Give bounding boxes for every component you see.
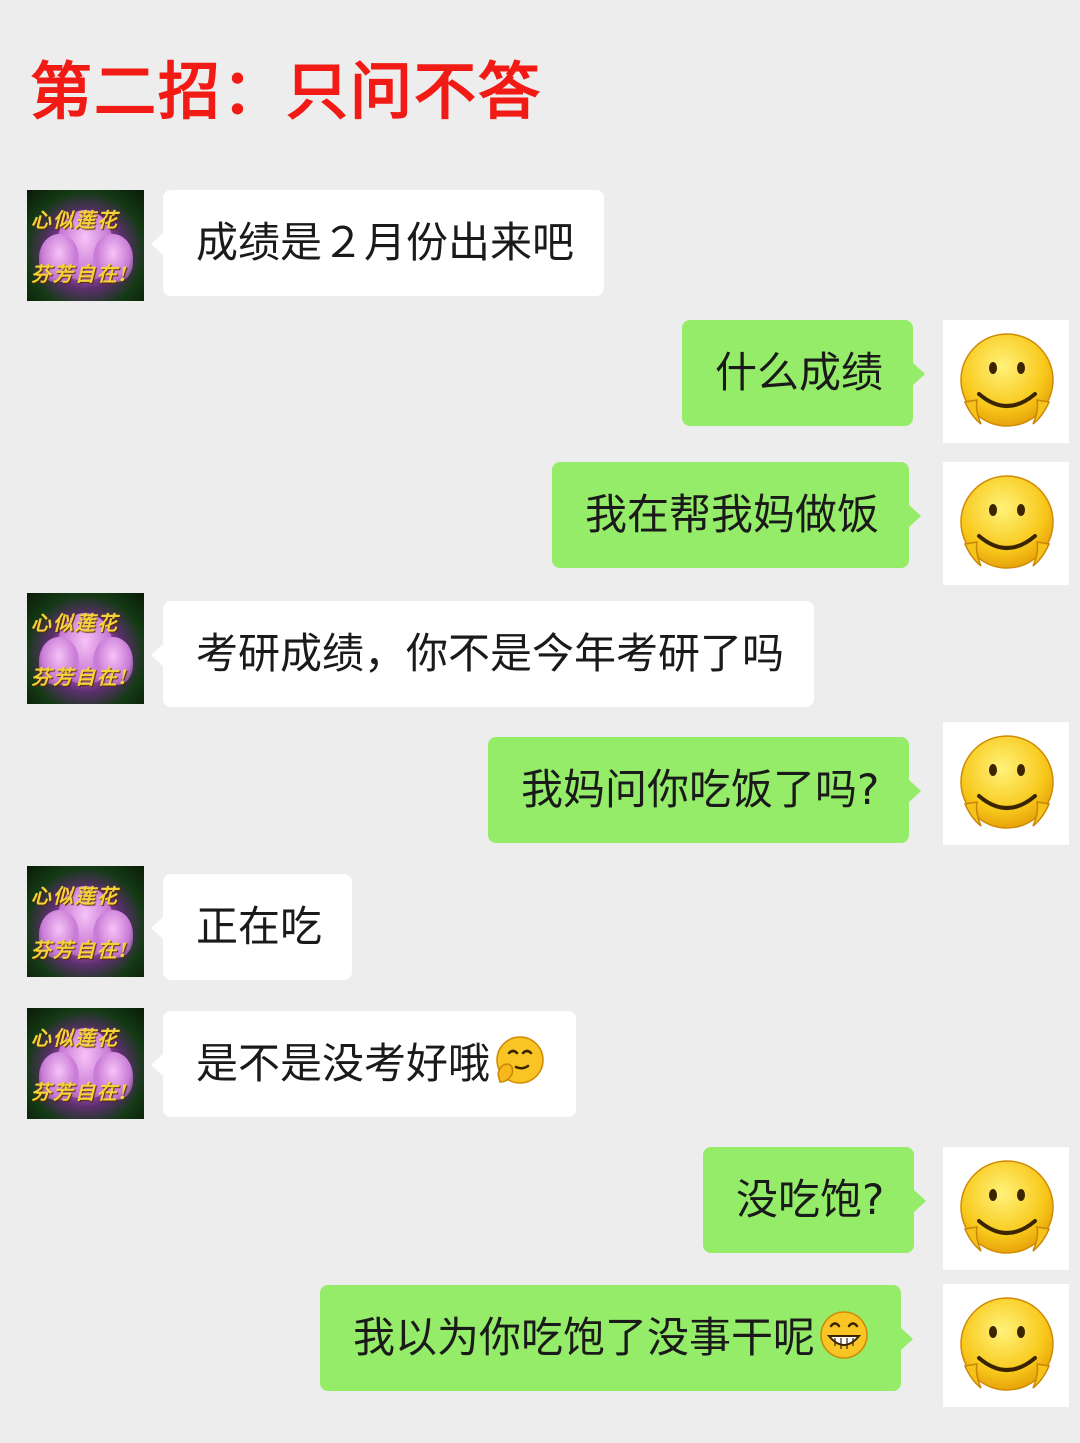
sent-message-bubble[interactable]: 没吃饱? xyxy=(703,1147,927,1253)
user-avatar[interactable] xyxy=(943,320,1069,443)
smiley-icon xyxy=(960,735,1054,829)
received-message-bubble[interactable]: 成绩是２月份出来吧 xyxy=(150,190,605,296)
contact-avatar[interactable]: 心似莲花 芬芳自在! xyxy=(27,866,144,977)
page-title: 第二招：只问不答 xyxy=(30,55,543,128)
smirk-hand-emoji-icon xyxy=(496,1036,544,1084)
avatar-caption: 芬芳自在! xyxy=(31,1080,130,1104)
user-avatar[interactable] xyxy=(943,462,1069,585)
user-avatar[interactable] xyxy=(943,1147,1069,1270)
avatar-caption: 心似莲花 xyxy=(31,1026,119,1050)
user-avatar[interactable] xyxy=(943,1284,1069,1407)
avatar-caption: 心似莲花 xyxy=(31,884,119,908)
user-avatar[interactable] xyxy=(943,722,1069,845)
contact-avatar[interactable]: 心似莲花 芬芳自在! xyxy=(27,190,144,301)
message-text: 我以为你吃饱了没事干呢 xyxy=(353,1313,816,1362)
avatar-caption: 芬芳自在! xyxy=(31,262,130,286)
avatar-caption: 芬芳自在! xyxy=(31,938,130,962)
smiley-icon xyxy=(960,333,1054,427)
message-text: 是不是没考好哦 xyxy=(196,1039,491,1088)
sent-message-bubble[interactable]: 我在帮我妈做饭 xyxy=(552,462,922,568)
received-message-bubble[interactable]: 考研成绩，你不是今年考研了吗 xyxy=(150,601,815,707)
received-message-bubble[interactable]: 是不是没考好哦 xyxy=(150,1011,577,1117)
smiley-icon xyxy=(960,1297,1054,1391)
avatar-caption: 心似莲花 xyxy=(31,611,119,635)
received-message-bubble[interactable]: 正在吃 xyxy=(150,874,353,980)
smiley-icon xyxy=(960,475,1054,569)
contact-avatar[interactable]: 心似莲花 芬芳自在! xyxy=(27,593,144,704)
avatar-caption: 芬芳自在! xyxy=(31,665,130,689)
avatar-caption: 心似莲花 xyxy=(31,208,119,232)
grin-emoji-icon xyxy=(820,1311,868,1359)
smiley-icon xyxy=(960,1160,1054,1254)
sent-message-bubble[interactable]: 我以为你吃饱了没事干呢 xyxy=(320,1285,914,1391)
contact-avatar[interactable]: 心似莲花 芬芳自在! xyxy=(27,1008,144,1119)
sent-message-bubble[interactable]: 什么成绩 xyxy=(682,320,926,426)
sent-message-bubble[interactable]: 我妈问你吃饭了吗? xyxy=(488,737,922,843)
